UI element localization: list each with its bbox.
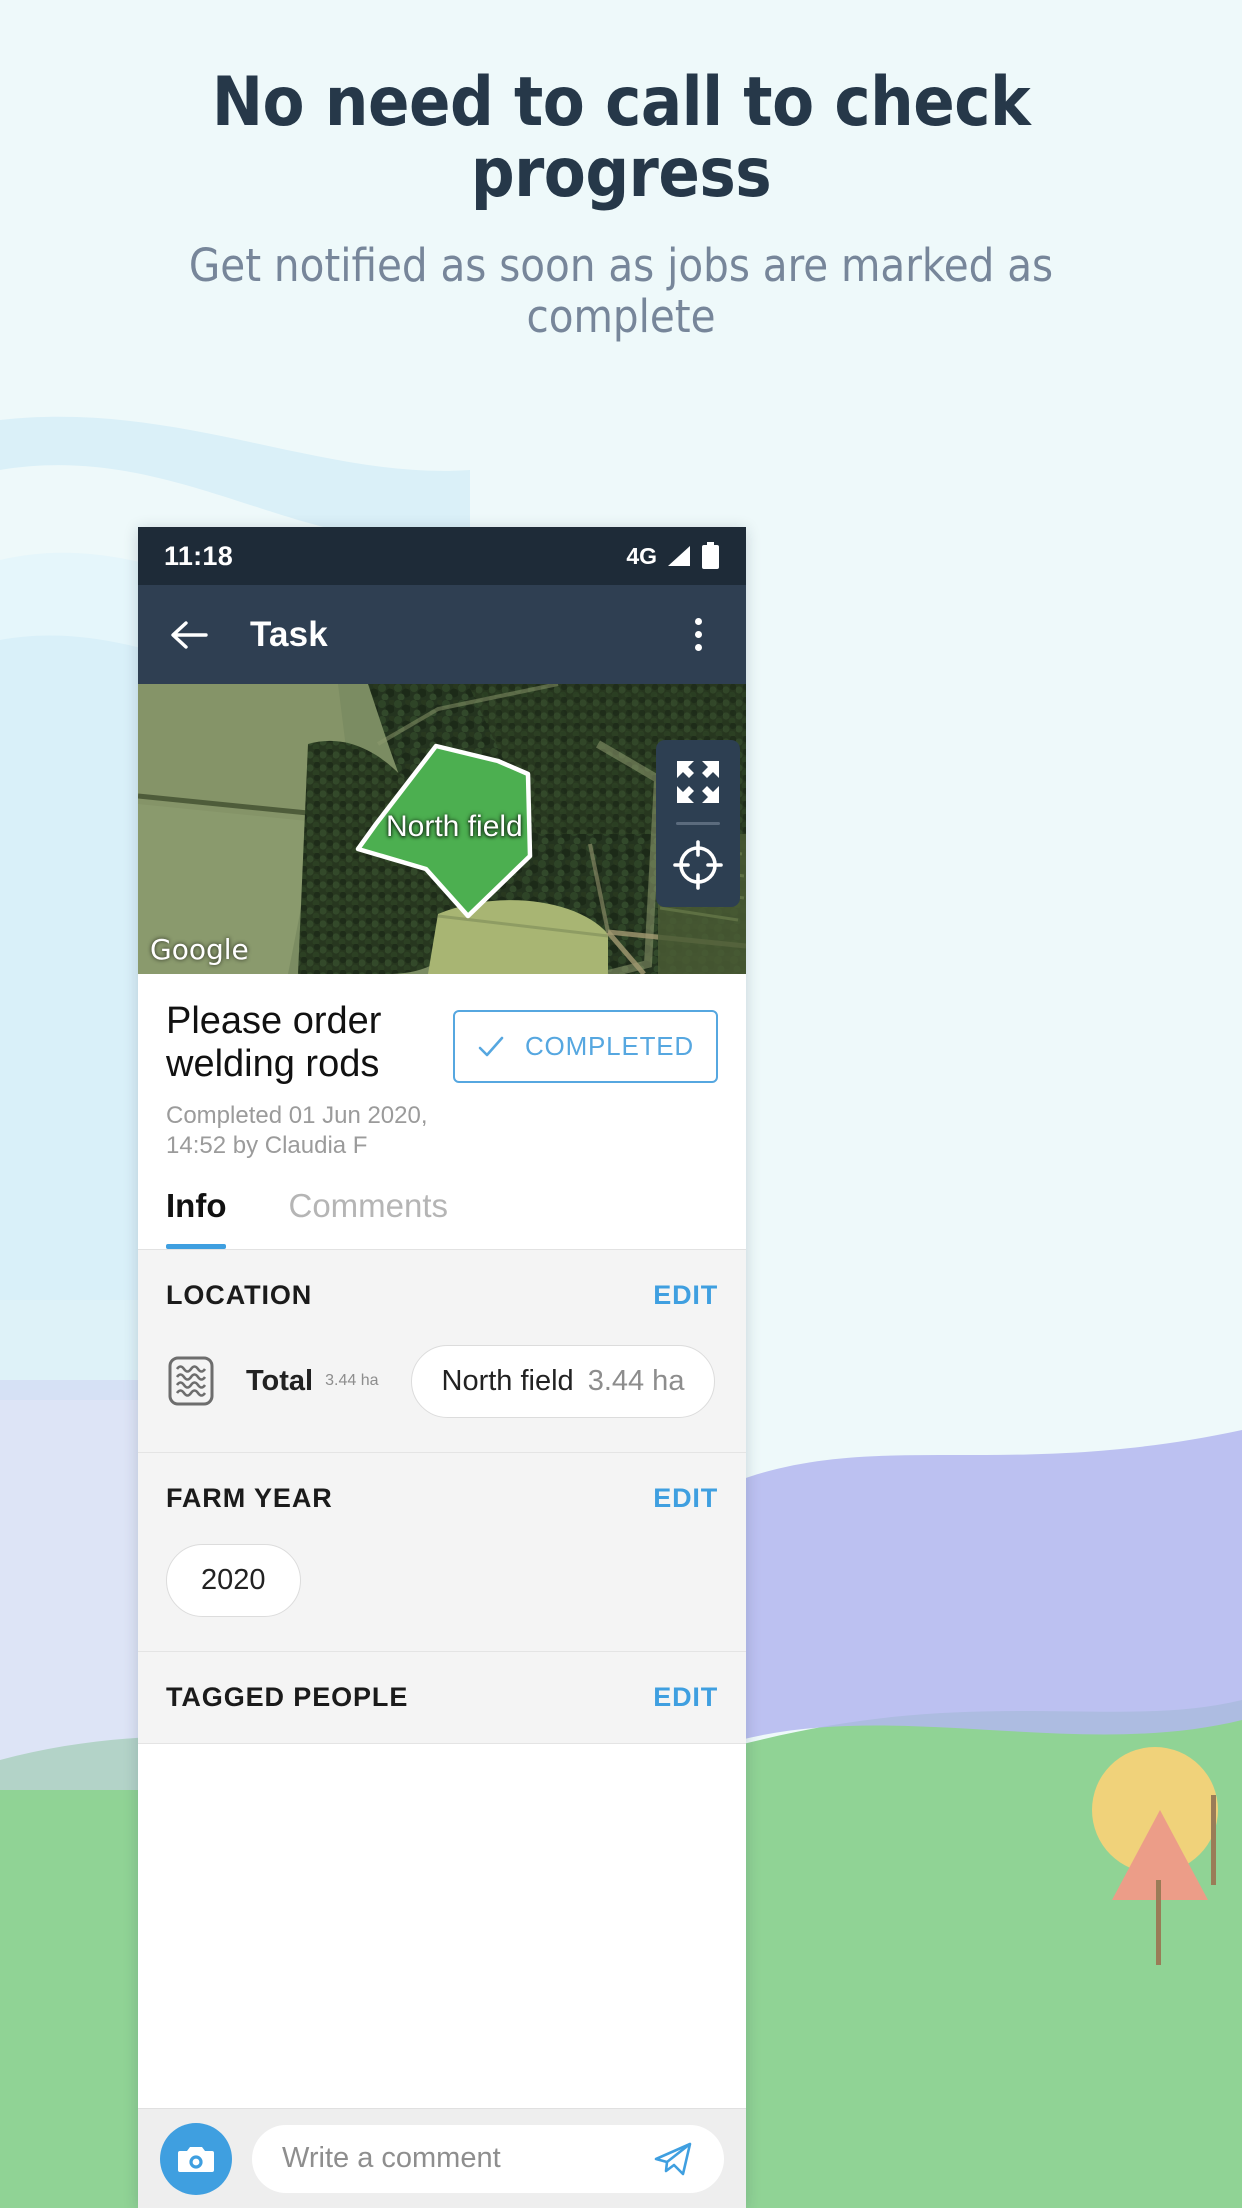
task-tabs: Info Comments: [138, 1160, 746, 1249]
expand-arrows-icon[interactable]: [672, 756, 724, 808]
location-total-value: 3.44 ha: [325, 1372, 379, 1390]
promo-title: No need to call to check progress: [211, 63, 1031, 213]
tab-comments[interactable]: Comments: [288, 1187, 448, 1249]
check-icon: [478, 1036, 504, 1056]
location-field-chip-value: 3.44 ha: [587, 1364, 685, 1397]
section-location: LOCATION EDIT Total 3.44 ha North field …: [138, 1249, 746, 1453]
task-header-card: Please order welding rods Completed 01 J…: [138, 974, 746, 1161]
tab-info[interactable]: Info: [166, 1187, 227, 1249]
camera-button[interactable]: [160, 2122, 232, 2195]
app-bar-title: Task: [250, 614, 328, 654]
satellite-imagery: [138, 684, 746, 974]
field-rows-icon: [168, 1356, 214, 1406]
location-field-chip-label: North field: [441, 1364, 574, 1397]
battery-full-icon: [702, 542, 719, 569]
google-attribution: Google: [150, 933, 249, 966]
section-farm-year: FARM YEAR EDIT 2020: [138, 1452, 746, 1652]
map-controls-divider: [676, 822, 720, 825]
section-farm-year-edit-button[interactable]: EDIT: [653, 1483, 718, 1514]
section-location-title: LOCATION: [166, 1279, 313, 1310]
overflow-menu-icon[interactable]: [678, 612, 718, 658]
completed-status-label: COMPLETED: [524, 1031, 694, 1061]
comment-input-placeholder: Write a comment: [282, 2142, 501, 2174]
section-tagged-people-title: TAGGED PEOPLE: [166, 1681, 409, 1712]
section-location-edit-button[interactable]: EDIT: [653, 1280, 718, 1311]
task-completion-meta: Completed 01 Jun 2020, 14:52 by Claudia …: [166, 1101, 428, 1159]
location-field-chip[interactable]: North field 3.44 ha: [410, 1344, 716, 1418]
section-tagged-people: TAGGED PEOPLE EDIT: [138, 1651, 746, 1744]
app-bar: Task: [138, 585, 746, 684]
promo-subtitle: Get notified as soon as jobs are marked …: [188, 239, 1054, 343]
status-bar-time: 11:18: [164, 540, 234, 571]
location-total-label: Total: [246, 1364, 314, 1397]
send-paper-plane-icon[interactable]: [652, 2138, 694, 2180]
comment-input[interactable]: Write a comment: [252, 2124, 724, 2193]
signal-bars-icon: [668, 546, 690, 566]
crosshair-location-icon[interactable]: [672, 839, 724, 891]
map-view[interactable]: North field Google: [138, 684, 746, 974]
map-controls: [656, 740, 740, 907]
camera-icon: [178, 2146, 214, 2172]
section-tagged-people-edit-button[interactable]: EDIT: [653, 1682, 718, 1713]
comment-bar: Write a comment: [138, 2108, 746, 2208]
completed-status-button[interactable]: COMPLETED: [452, 1010, 718, 1083]
farm-year-pill[interactable]: 2020: [166, 1543, 301, 1617]
task-title: Please order welding rods: [166, 1000, 382, 1086]
status-bar-network-label: 4G: [626, 542, 657, 569]
status-bar: 11:18 4G: [138, 527, 746, 585]
section-farm-year-title: FARM YEAR: [166, 1482, 333, 1513]
back-arrow-icon[interactable]: [166, 612, 212, 658]
promo-header: No need to call to check progress Get no…: [0, 0, 1242, 342]
phone-mockup: 11:18 4G Task North field Google Please …: [138, 527, 746, 2208]
